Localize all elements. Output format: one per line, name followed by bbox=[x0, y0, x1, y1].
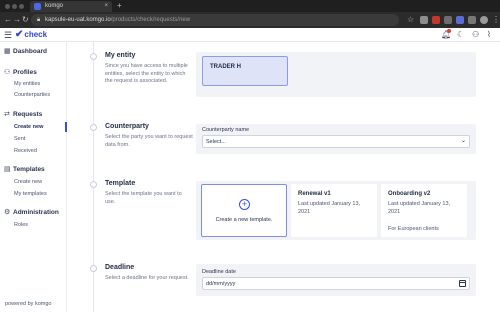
logo-text: check bbox=[24, 30, 48, 39]
url-text: kapsule-eu-uat.komgo.io/products/check/r… bbox=[45, 17, 191, 23]
administration-icon: ⚙ bbox=[4, 209, 11, 216]
entity-name: TRADER H bbox=[210, 64, 241, 70]
deadline-date-label: Deadline date bbox=[202, 269, 236, 275]
dashboard-icon: ▦ bbox=[4, 48, 11, 55]
checkmark-logo-icon: ✔ bbox=[15, 29, 24, 40]
powered-by-footer: powered by komgo bbox=[5, 301, 52, 307]
sidebar-item-my-templates[interactable]: My templates bbox=[14, 190, 47, 198]
template-updated: Last updated January 13, 2021 bbox=[388, 201, 451, 215]
step-description: Select the template you want to use. bbox=[105, 191, 182, 205]
requests-icon: ⇄ bbox=[4, 111, 10, 118]
extension-icon[interactable] bbox=[420, 16, 428, 24]
sidebar-item-create-new-template[interactable]: Create new bbox=[14, 178, 42, 186]
sidebar-section-profiles[interactable]: ⚇ Profiles bbox=[4, 68, 37, 78]
step-title-deadline: Deadline bbox=[105, 264, 135, 271]
deadline-panel: Deadline date dd/mm/yyyy bbox=[196, 264, 476, 296]
profiles-icon: ⚇ bbox=[4, 69, 11, 76]
window-minimize-dot[interactable] bbox=[12, 4, 17, 9]
date-placeholder: dd/mm/yyyy bbox=[206, 281, 236, 287]
new-tab-button[interactable]: + bbox=[117, 1, 122, 11]
step-dot bbox=[90, 124, 97, 131]
lock-icon: 🔒︎ bbox=[37, 17, 41, 23]
counterparty-select[interactable]: Select... ⌄ bbox=[202, 135, 470, 148]
tab-title: komgo bbox=[45, 3, 64, 9]
template-panel: + Create a new template. Renewal v1 Last… bbox=[196, 181, 476, 240]
reload-icon[interactable]: ↻ bbox=[22, 15, 29, 25]
create-new-template-label: Create a new template. bbox=[215, 217, 273, 223]
extension-icon[interactable] bbox=[432, 16, 440, 24]
counterparty-name-label: Counterparty name bbox=[202, 127, 250, 133]
sidebar-section-requests[interactable]: ⇄ Requests bbox=[4, 110, 42, 120]
address-bar[interactable]: 🔒︎ kapsule-eu-uat.komgo.io/products/chec… bbox=[31, 14, 399, 26]
extension-icon[interactable] bbox=[456, 16, 464, 24]
activity-icon[interactable]: ⌇ bbox=[487, 30, 491, 40]
chevron-down-icon: ⌄ bbox=[460, 138, 466, 144]
sidebar-section-administration[interactable]: ⚙ Administration bbox=[4, 208, 59, 218]
sidebar-item-create-new-request[interactable]: Create new bbox=[14, 123, 43, 131]
step-dot bbox=[90, 181, 97, 188]
step-description: Since you have access to multiple entiti… bbox=[105, 63, 188, 84]
step-title-my-entity: My entity bbox=[105, 52, 136, 59]
extension-icon[interactable] bbox=[444, 16, 452, 24]
window-zoom-dot[interactable] bbox=[19, 4, 24, 9]
template-updated: Last updated January 13, 2021 bbox=[298, 201, 361, 215]
counterparty-panel: Counterparty name Select... ⌄ bbox=[196, 124, 476, 154]
my-entity-panel: TRADER H bbox=[196, 52, 476, 97]
step-title-counterparty: Counterparty bbox=[105, 123, 149, 130]
dark-mode-moon-icon[interactable]: ☾ bbox=[457, 30, 464, 40]
sidebar-section-templates[interactable]: ▤ Templates bbox=[4, 165, 45, 175]
entity-card-selected[interactable]: TRADER H bbox=[202, 56, 288, 86]
sidebar-section-label: Requests bbox=[13, 111, 43, 118]
step-description: Select a deadline for your request. bbox=[105, 275, 189, 281]
step-dot bbox=[90, 265, 97, 272]
sidebar-section-label: Administration bbox=[13, 209, 59, 216]
user-icon[interactable]: ⚇ bbox=[472, 30, 479, 40]
sidebar-item-counterparties[interactable]: Counterparties bbox=[14, 91, 50, 99]
browser-toolbar: ← → ↻ 🔒︎ kapsule-eu-uat.komgo.io/product… bbox=[0, 12, 500, 28]
bookmark-star-icon[interactable]: ☆ bbox=[407, 15, 414, 25]
tab-close-icon[interactable]: × bbox=[104, 2, 108, 11]
sidebar-item-sent[interactable]: Sent bbox=[14, 135, 25, 143]
plus-circle-icon: + bbox=[239, 199, 250, 210]
template-card-renewal[interactable]: Renewal v1 Last updated January 13, 2021 bbox=[291, 184, 377, 237]
browser-tab-bar: komgo × + bbox=[0, 0, 500, 12]
select-placeholder: Select... bbox=[206, 139, 226, 145]
step-title-template: Template bbox=[105, 180, 136, 187]
profile-avatar[interactable] bbox=[480, 16, 488, 24]
calendar-icon[interactable] bbox=[459, 280, 466, 287]
forward-arrow-icon[interactable]: → bbox=[13, 15, 21, 25]
sidebar-section-label: Templates bbox=[13, 166, 45, 173]
back-arrow-icon[interactable]: ← bbox=[4, 15, 12, 25]
sidebar-item-dashboard[interactable]: ▦ Dashboard bbox=[4, 47, 47, 57]
browser-tab[interactable]: komgo × bbox=[30, 1, 112, 12]
sidebar-section-label: Profiles bbox=[13, 69, 37, 76]
sidebar-item-label: Dashboard bbox=[13, 48, 47, 55]
step-description: Select the party you want to request dat… bbox=[105, 134, 193, 148]
templates-icon: ▤ bbox=[4, 166, 11, 173]
sidebar-item-roles[interactable]: Roles bbox=[14, 221, 28, 229]
template-description: For European clients bbox=[388, 226, 439, 232]
komgo-favicon-icon bbox=[34, 3, 41, 10]
sidebar-item-received[interactable]: Received bbox=[14, 147, 37, 155]
check-logo[interactable]: ✔ check bbox=[15, 29, 47, 41]
browser-menu-icon[interactable]: ⋮ bbox=[492, 15, 500, 25]
template-card-onboarding[interactable]: Onboarding v2 Last updated January 13, 2… bbox=[381, 184, 467, 237]
extensions-puzzle-icon[interactable] bbox=[468, 16, 476, 24]
window-close-dot[interactable] bbox=[5, 4, 10, 9]
deadline-date-input[interactable]: dd/mm/yyyy bbox=[202, 277, 470, 290]
app-header: ☰ ✔ check 🔔︎ ☾ ⚇ ⌇ bbox=[0, 28, 500, 42]
notification-badge bbox=[447, 29, 451, 33]
hamburger-menu-icon[interactable]: ☰ bbox=[4, 29, 12, 41]
template-title: Renewal v1 bbox=[298, 191, 331, 197]
step-dot bbox=[90, 53, 97, 60]
create-new-template-card[interactable]: + Create a new template. bbox=[201, 184, 287, 237]
sidebar-item-my-entities[interactable]: My entities bbox=[14, 80, 40, 88]
template-title: Onboarding v2 bbox=[388, 191, 431, 197]
